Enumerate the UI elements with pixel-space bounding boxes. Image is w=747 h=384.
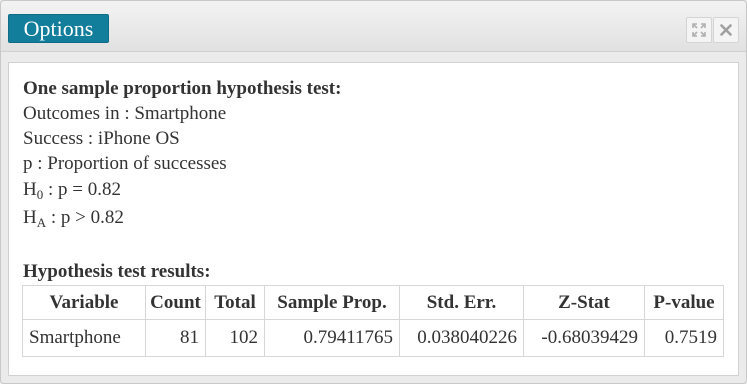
expand-icon [692, 23, 706, 37]
proportion-definition: p : Proportion of successes [23, 153, 227, 174]
table-cell: -0.68039429 [523, 319, 645, 357]
column-header: Count [145, 285, 206, 320]
table-cell: 81 [145, 319, 206, 357]
results-heading: Hypothesis test results: [23, 261, 211, 282]
table-cell: 0.038040226 [399, 319, 524, 357]
alt-hypothesis-text: : p > 0.82 [46, 207, 124, 228]
options-button[interactable]: Options [8, 14, 109, 43]
column-header: Std. Err. [399, 285, 524, 320]
null-hypothesis: H0 : p = 0.82 [23, 179, 121, 201]
options-window: Options One sample proportion hypothesis… [0, 0, 747, 384]
null-hypothesis-h: H [23, 179, 37, 200]
outcomes-line: Outcomes in : Smartphone [23, 103, 227, 124]
alt-hypothesis-h: H [23, 207, 37, 228]
close-icon [720, 24, 732, 36]
column-header: Z-Stat [523, 285, 645, 320]
table-header-row: Variable Count Total Sample Prop. Std. E… [22, 285, 724, 320]
success-line: Success : iPhone OS [23, 128, 180, 149]
table-cell: 0.79411765 [264, 319, 400, 357]
alt-hypothesis-sub: A [36, 215, 47, 230]
expand-button[interactable] [686, 17, 712, 43]
null-hypothesis-text: : p = 0.82 [43, 179, 121, 200]
table-row: Smartphone 81 102 0.79411765 0.038040226… [22, 319, 724, 357]
column-header: Sample Prop. [264, 285, 400, 320]
results-panel: One sample proportion hypothesis test: O… [8, 62, 739, 376]
window-titlebar: Options [1, 1, 746, 52]
table-cell: 102 [205, 319, 265, 357]
table-cell: Smartphone [22, 319, 146, 357]
results-table: Variable Count Total Sample Prop. Std. E… [22, 285, 724, 357]
test-heading: One sample proportion hypothesis test: [23, 78, 342, 99]
table-cell: 0.7519 [644, 319, 724, 357]
column-header: P-value [644, 285, 724, 320]
column-header: Total [205, 285, 265, 320]
close-button[interactable] [713, 17, 739, 43]
window-controls [686, 17, 739, 43]
alt-hypothesis: HA : p > 0.82 [23, 207, 124, 229]
column-header: Variable [22, 285, 146, 320]
